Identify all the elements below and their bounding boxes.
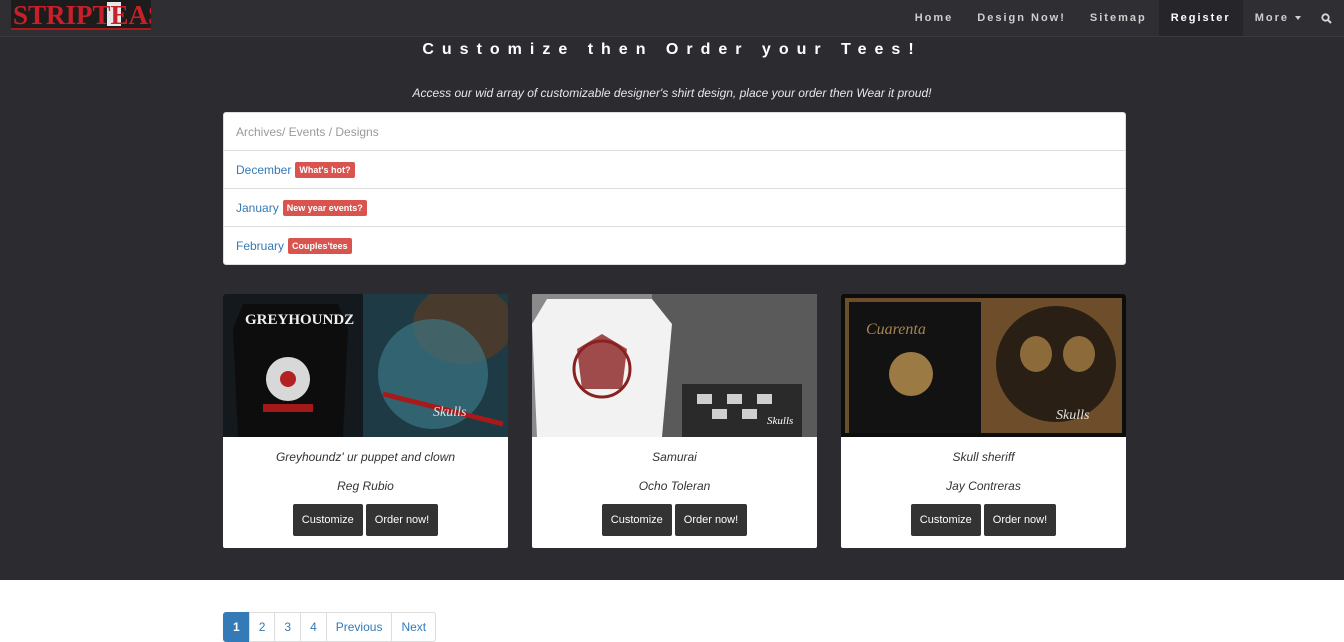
card-author: Ocho Toleran xyxy=(638,479,711,493)
design-thumbnail[interactable]: GREYHOUNDZ Skulls xyxy=(223,294,508,437)
card-author: Jay Contreras xyxy=(946,479,1021,493)
card-actions: Customize Order now! xyxy=(532,504,817,536)
svg-text:Skulls: Skulls xyxy=(433,405,467,420)
archive-badge: New year events? xyxy=(282,199,367,216)
design-thumbnail[interactable]: Cuarenta Skulls xyxy=(841,294,1126,437)
design-thumbnail[interactable]: Skulls xyxy=(532,294,817,437)
customize-button[interactable]: Customize xyxy=(910,504,981,536)
search-icon xyxy=(1321,12,1332,24)
page-subtitle: Access our wid array of customizable des… xyxy=(412,86,932,100)
archive-link-january[interactable]: January xyxy=(236,201,279,215)
archive-badge: Couples'tees xyxy=(288,238,352,254)
archive-item-january: January New year events? xyxy=(224,189,1125,227)
nav-design-now-label: Design Now! xyxy=(977,12,1066,24)
archive-list: Archives/ Events / Designs December What… xyxy=(223,112,1126,265)
order-now-button[interactable]: Order now! xyxy=(365,504,439,536)
card-actions: Customize Order now! xyxy=(223,504,508,536)
design-card: Cuarenta Skulls Skull sheriff Jay Contre… xyxy=(841,294,1126,548)
order-now-button[interactable]: Order now! xyxy=(674,504,748,536)
order-now-button[interactable]: Order now! xyxy=(983,504,1057,536)
svg-text:Cuarenta: Cuarenta xyxy=(866,321,926,338)
customize-button[interactable]: Customize xyxy=(292,504,363,536)
archive-link-december[interactable]: December xyxy=(236,163,291,177)
svg-text:Skulls: Skulls xyxy=(767,415,793,427)
card-author: Reg Rubio xyxy=(337,479,394,493)
pagination: 1 2 3 4 Previous Next xyxy=(223,612,437,642)
page-2-link[interactable]: 2 xyxy=(248,612,276,642)
nav-home-label: Home xyxy=(914,12,954,24)
page-3-link[interactable]: 3 xyxy=(274,612,302,642)
page-4-link[interactable]: 4 xyxy=(300,612,327,642)
chevron-down-icon xyxy=(1295,16,1301,20)
card-title: Greyhoundz' ur puppet and clown xyxy=(275,450,456,464)
site-logo[interactable]: STRIPTEAS xyxy=(11,0,151,30)
archive-item-february: February Couples'tees xyxy=(224,227,1125,265)
search-button[interactable] xyxy=(1313,0,1344,36)
nav-home[interactable]: Home xyxy=(903,0,966,36)
nav-register[interactable]: Register xyxy=(1158,0,1243,36)
previous-page-link[interactable]: Previous xyxy=(325,612,393,642)
archive-header-label: Archives/ Events / Designs xyxy=(236,124,379,139)
svg-text:GREYHOUNDZ: GREYHOUNDZ xyxy=(245,312,354,328)
svg-text:Skulls: Skulls xyxy=(1056,408,1090,423)
card-title: Samurai xyxy=(652,450,697,464)
nav-register-label: Register xyxy=(1170,12,1231,24)
design-card: GREYHOUNDZ Skulls Greyhoundz' ur puppet … xyxy=(223,294,508,548)
page-1-link[interactable]: 1 xyxy=(223,612,250,642)
archive-badge: What's hot? xyxy=(295,161,355,178)
nav-design-now[interactable]: Design Now! xyxy=(965,0,1078,36)
nav-more-label: More xyxy=(1254,12,1289,24)
archive-link-february[interactable]: February xyxy=(236,239,284,253)
card-actions: Customize Order now! xyxy=(841,504,1126,536)
archive-list-header: Archives/ Events / Designs xyxy=(224,113,1125,151)
archive-item-december: December What's hot? xyxy=(224,151,1125,189)
next-page-link[interactable]: Next xyxy=(391,612,437,642)
main-nav: Home Design Now! Sitemap Register More xyxy=(903,0,1344,36)
customize-button[interactable]: Customize xyxy=(601,504,672,536)
nav-more-dropdown[interactable]: More xyxy=(1243,0,1313,36)
nav-sitemap[interactable]: Sitemap xyxy=(1078,0,1159,36)
svg-text:STRIPTEAS: STRIPTEAS xyxy=(13,0,151,28)
design-card: Skulls Samurai Ocho Toleran Customize Or… xyxy=(532,294,817,548)
top-navbar: STRIPTEAS Home Design Now! Sitemap Regis… xyxy=(0,0,1344,37)
card-title: Skull sheriff xyxy=(952,450,1015,464)
page-title: Customize then Order your Tees! xyxy=(422,41,922,58)
nav-sitemap-label: Sitemap xyxy=(1089,12,1147,24)
